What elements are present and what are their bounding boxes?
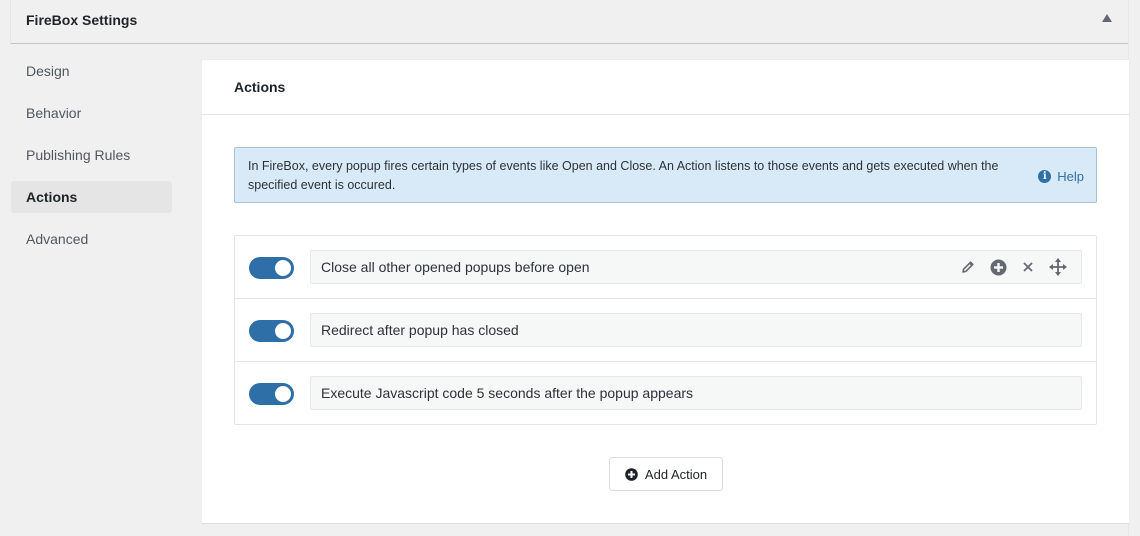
action-toggle[interactable]	[249, 320, 294, 342]
settings-sidebar: Design Behavior Publishing Rules Actions…	[11, 55, 172, 265]
action-item[interactable]: Close all other opened popups before ope…	[310, 250, 1082, 284]
toggle-knob	[275, 323, 291, 339]
help-label: Help	[1057, 169, 1084, 184]
action-item[interactable]: Redirect after popup has closed	[310, 313, 1082, 347]
action-item[interactable]: Execute Javascript code 5 seconds after …	[310, 376, 1082, 410]
actions-list: Close all other opened popups before ope…	[234, 235, 1097, 425]
action-row: Execute Javascript code 5 seconds after …	[235, 362, 1096, 425]
move-icon[interactable]	[1049, 258, 1067, 276]
action-label: Execute Javascript code 5 seconds after …	[321, 385, 694, 401]
toggle-knob	[275, 386, 291, 402]
notice-text: In FireBox, every popup fires certain ty…	[248, 159, 999, 192]
action-label: Redirect after popup has closed	[321, 322, 519, 338]
close-icon[interactable]	[1019, 258, 1037, 276]
action-toggle[interactable]	[249, 383, 294, 405]
sidebar-item-design[interactable]: Design	[11, 55, 172, 87]
pencil-icon[interactable]	[959, 258, 977, 276]
triangle-up-icon[interactable]	[1102, 14, 1112, 24]
action-label: Close all other opened popups before ope…	[321, 259, 590, 275]
header-title: FireBox Settings	[26, 12, 138, 28]
info-circle-icon: i	[1038, 170, 1052, 183]
sidebar-item-advanced[interactable]: Advanced	[11, 223, 172, 255]
actions-panel: Actions In FireBox, every popup fires ce…	[202, 60, 1129, 523]
action-row: Redirect after popup has closed	[235, 299, 1096, 362]
sidebar-item-actions[interactable]: Actions	[11, 181, 172, 213]
sidebar-item-behavior[interactable]: Behavior	[11, 97, 172, 129]
plus-circle-icon[interactable]	[989, 258, 1007, 276]
panel-title: Actions	[202, 60, 1129, 115]
add-action-label: Add Action	[644, 466, 708, 482]
action-toggle[interactable]	[249, 257, 294, 279]
row-tools	[959, 251, 1067, 283]
plus-circle-icon	[625, 467, 638, 481]
sidebar-item-publishing-rules[interactable]: Publishing Rules	[11, 139, 172, 171]
add-action-button[interactable]: Add Action	[609, 457, 723, 491]
info-notice: In FireBox, every popup fires certain ty…	[234, 147, 1097, 203]
toggle-knob	[275, 260, 291, 276]
action-row: Close all other opened popups before ope…	[235, 236, 1096, 299]
help-link[interactable]: i Help	[1038, 167, 1084, 186]
settings-header: FireBox Settings	[11, 0, 1128, 44]
